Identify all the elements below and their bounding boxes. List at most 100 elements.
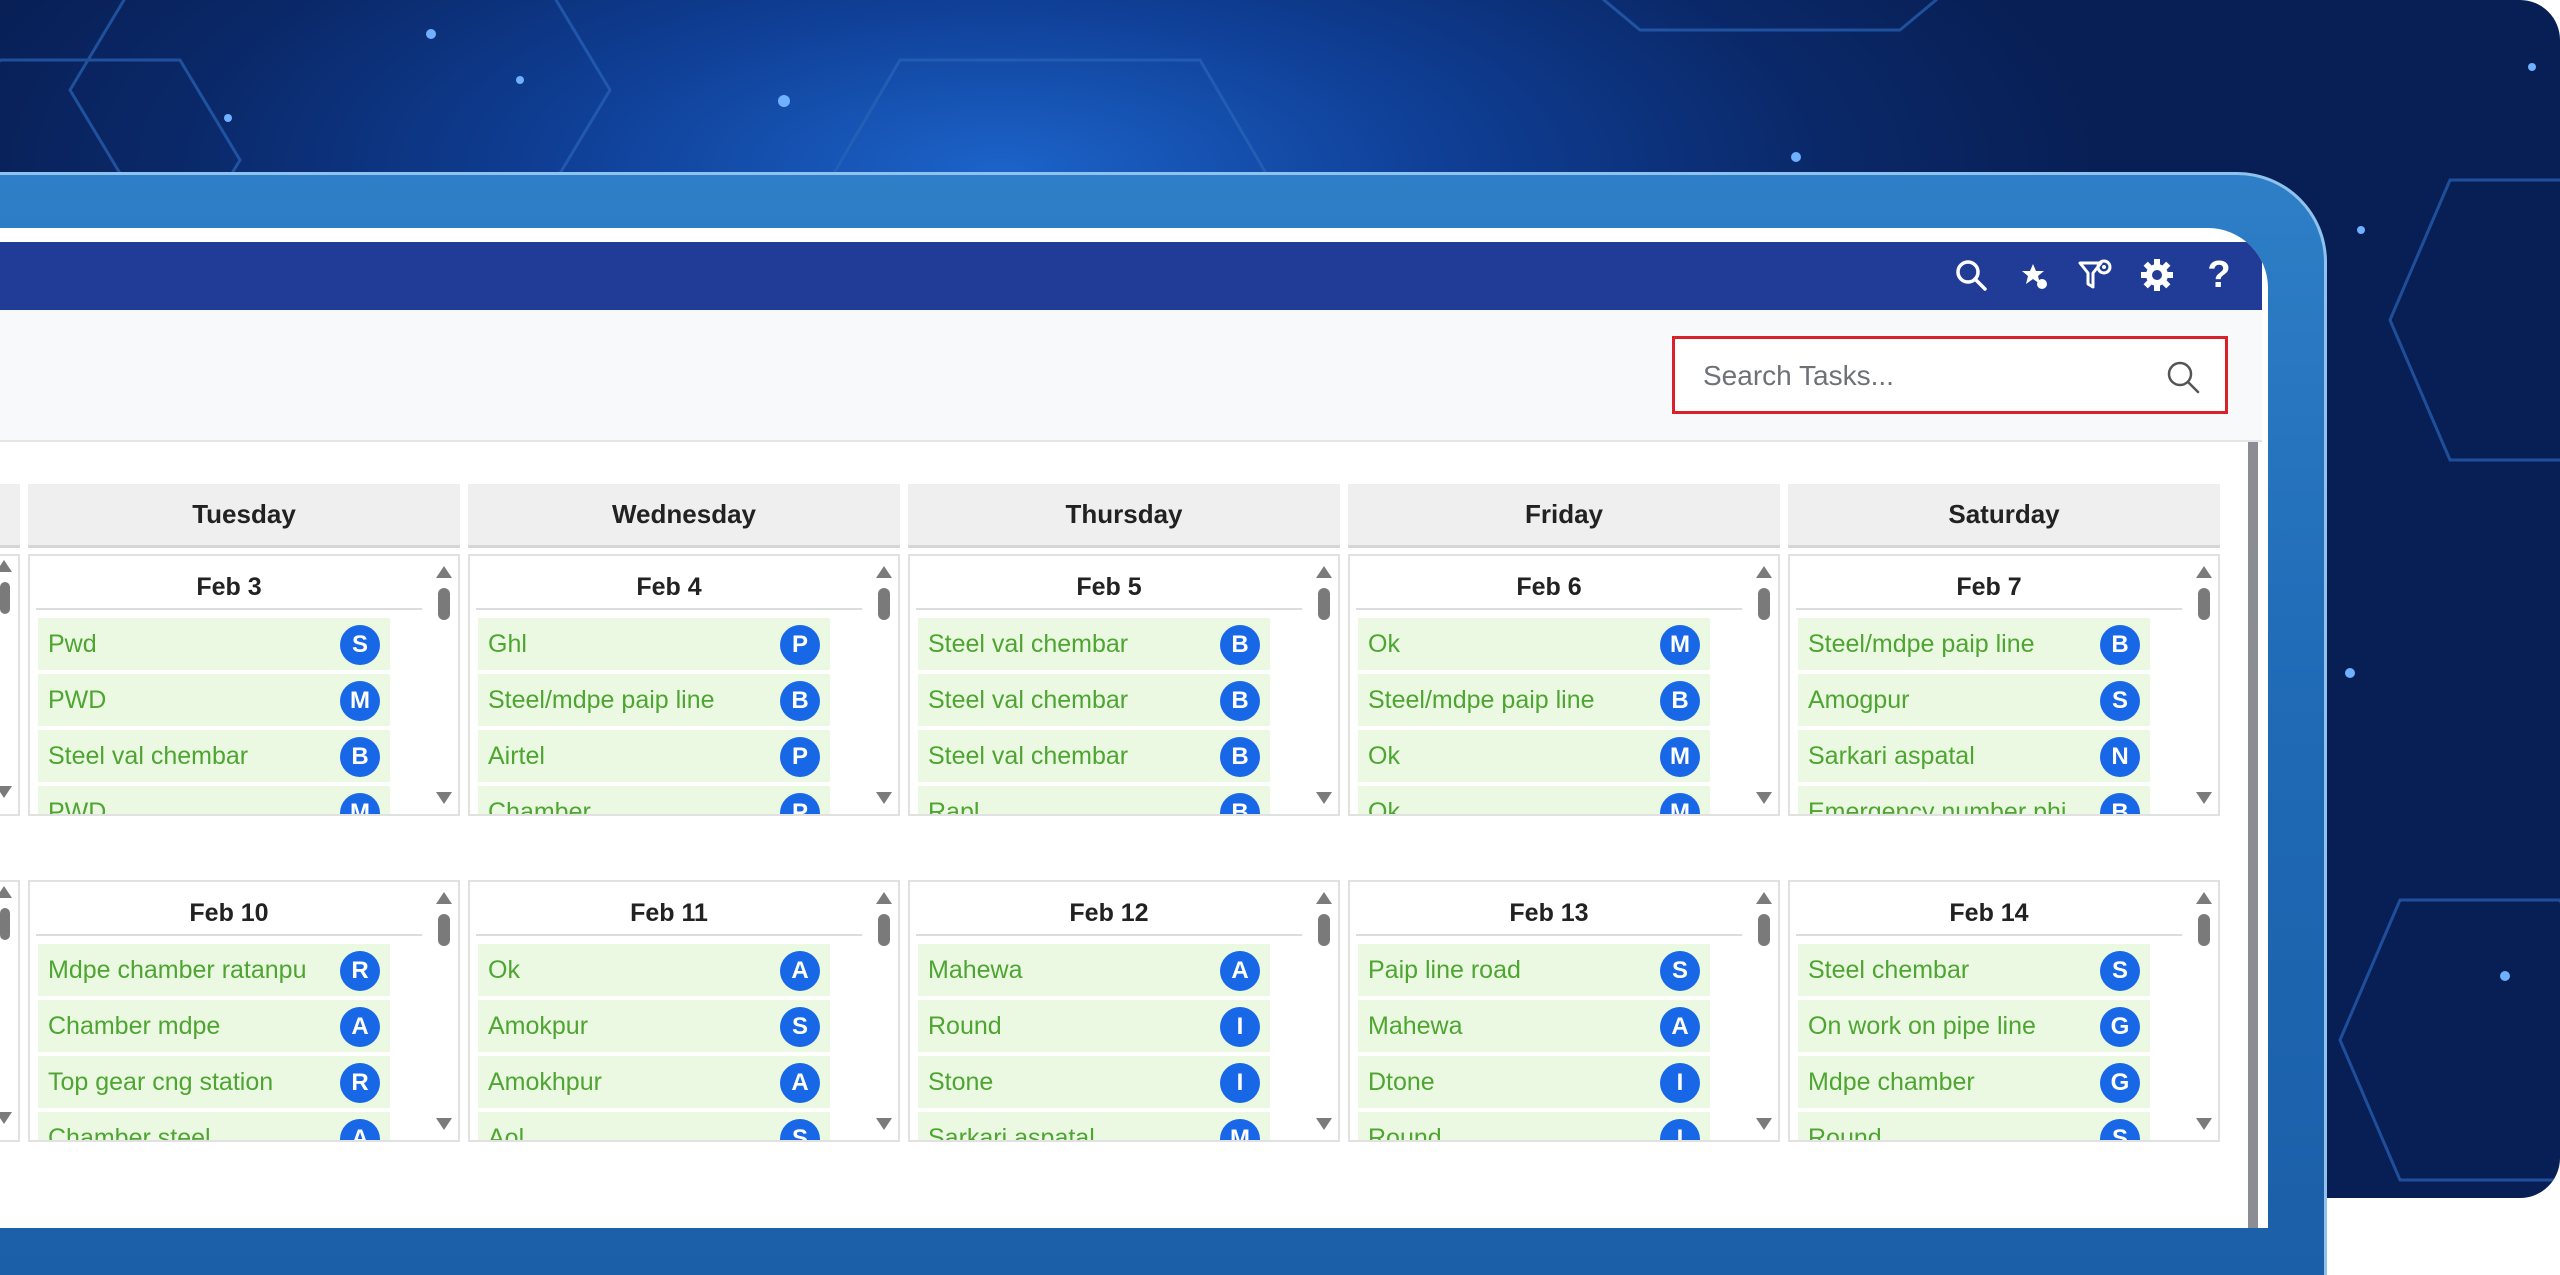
page-scrollbar[interactable] <box>2248 442 2258 1228</box>
task-item[interactable]: Ok M <box>1358 730 1710 782</box>
scroll-thumb[interactable] <box>438 588 450 620</box>
assignee-avatar[interactable]: S <box>1660 951 1700 991</box>
assignee-avatar[interactable]: B <box>1220 793 1260 814</box>
scroll-thumb[interactable] <box>1758 914 1770 946</box>
cell-scrollbar[interactable] <box>434 562 454 808</box>
cell-scrollbar[interactable] <box>2194 888 2214 1134</box>
scroll-up-arrow-icon[interactable] <box>2196 566 2212 578</box>
assignee-avatar[interactable]: B <box>2100 625 2140 665</box>
task-item[interactable]: Stone I <box>918 1056 1270 1108</box>
scroll-up-arrow-icon[interactable] <box>2196 892 2212 904</box>
assignee-avatar[interactable]: A <box>780 1063 820 1103</box>
assignee-avatar[interactable]: P <box>780 793 820 814</box>
assignee-avatar[interactable]: A <box>340 1119 380 1140</box>
scroll-up-arrow-icon[interactable] <box>876 566 892 578</box>
day-cell[interactable]: Feb 4 Ghl P Steel/mdpe paip line B Airtel P Cha… <box>468 554 900 816</box>
day-cell[interactable]: Feb 3 Pwd S PWD M Steel val chembar B PWD M <box>28 554 460 816</box>
assignee-avatar[interactable]: B <box>780 681 820 721</box>
assignee-avatar[interactable]: M <box>1220 1119 1260 1140</box>
task-item[interactable]: Mahewa A <box>918 944 1270 996</box>
scroll-down-arrow-icon[interactable] <box>876 1118 892 1130</box>
task-item[interactable]: Sarkari aspatal M <box>918 1112 1270 1140</box>
assignee-avatar[interactable]: R <box>340 951 380 991</box>
cell-scrollbar[interactable] <box>0 882 16 1128</box>
task-item[interactable]: Amogpur S <box>1798 674 2150 726</box>
scroll-thumb[interactable] <box>2198 588 2210 620</box>
task-item[interactable]: Amokpur S <box>478 1000 830 1052</box>
scroll-down-arrow-icon[interactable] <box>876 792 892 804</box>
day-cell[interactable]: Feb 6 Ok M Steel/mdpe paip line B Ok M Ok M <box>1348 554 1780 816</box>
day-cell[interactable]: Feb 7 Steel/mdpe paip line B Amogpur S Sarkar… <box>1788 554 2220 816</box>
task-item[interactable]: Mdpe chamber G <box>1798 1056 2150 1108</box>
assignee-avatar[interactable]: A <box>1220 951 1260 991</box>
cell-scrollbar[interactable] <box>1314 562 1334 808</box>
task-item[interactable]: Ok M <box>1358 786 1710 814</box>
assignee-avatar[interactable]: S <box>2100 951 2140 991</box>
assignee-avatar[interactable]: I <box>1220 1007 1260 1047</box>
task-item[interactable]: Mahewa A <box>1358 1000 1710 1052</box>
scroll-down-arrow-icon[interactable] <box>436 1118 452 1130</box>
task-item[interactable]: Ghl P <box>478 618 830 670</box>
task-item[interactable]: Emergency number phi B <box>1798 786 2150 814</box>
task-item[interactable]: Ok A <box>478 944 830 996</box>
task-item[interactable]: Steel val chembar B <box>918 730 1270 782</box>
gear-icon[interactable] <box>2136 254 2178 296</box>
assignee-avatar[interactable]: M <box>340 793 380 814</box>
assignee-avatar[interactable]: I <box>1220 1063 1260 1103</box>
cell-scrollbar[interactable] <box>874 888 894 1134</box>
task-item[interactable]: Steel/mdpe paip line B <box>1358 674 1710 726</box>
assignee-avatar[interactable]: I <box>1660 1063 1700 1103</box>
scroll-up-arrow-icon[interactable] <box>1756 566 1772 578</box>
task-item[interactable]: Pwd S <box>38 618 390 670</box>
task-item[interactable]: Ok M <box>1358 618 1710 670</box>
cell-scrollbar[interactable] <box>1314 888 1334 1134</box>
task-item[interactable]: Chamber steel A <box>38 1112 390 1140</box>
day-cell[interactable]: Feb 5 Steel val chembar B Steel val chembar… <box>908 554 1340 816</box>
cell-scrollbar[interactable] <box>1754 562 1774 808</box>
day-cell[interactable]: Feb 12 Mahewa A Round I Stone I Sarkari aspatal… <box>908 880 1340 1142</box>
scroll-thumb[interactable] <box>878 588 890 620</box>
scroll-down-arrow-icon[interactable] <box>2196 792 2212 804</box>
assignee-avatar[interactable]: P <box>780 737 820 777</box>
assignee-avatar[interactable]: S <box>2100 1119 2140 1140</box>
task-item[interactable]: Round I <box>1358 1112 1710 1140</box>
star-badge-icon[interactable] <box>2012 254 2054 296</box>
assignee-avatar[interactable]: A <box>780 951 820 991</box>
cell-scrollbar[interactable] <box>2194 562 2214 808</box>
task-item[interactable]: Steel val chembar B <box>918 618 1270 670</box>
day-cell[interactable]: Feb 11 Ok A Amokpur S Amokhpur A Aol S <box>468 880 900 1142</box>
assignee-avatar[interactable]: I <box>1660 1119 1700 1140</box>
scroll-up-arrow-icon[interactable] <box>1316 892 1332 904</box>
scroll-up-arrow-icon[interactable] <box>436 892 452 904</box>
task-item[interactable]: Dtone I <box>1358 1056 1710 1108</box>
scroll-up-arrow-icon[interactable] <box>876 892 892 904</box>
assignee-avatar[interactable]: G <box>2100 1007 2140 1047</box>
assignee-avatar[interactable]: S <box>2100 681 2140 721</box>
scroll-up-arrow-icon[interactable] <box>1756 892 1772 904</box>
day-cell[interactable]: Feb 10 Mdpe chamber ratanpu R Chamber mdpe A… <box>28 880 460 1142</box>
search-icon[interactable] <box>2165 359 2201 395</box>
task-item[interactable]: Airtel P <box>478 730 830 782</box>
assignee-avatar[interactable]: B <box>1220 681 1260 721</box>
assignee-avatar[interactable]: B <box>1660 681 1700 721</box>
day-cell[interactable]: Feb 14 Steel chembar S On work on pipe line… <box>1788 880 2220 1142</box>
assignee-avatar[interactable]: M <box>1660 737 1700 777</box>
assignee-avatar[interactable]: G <box>2100 1063 2140 1103</box>
cell-scrollbar[interactable] <box>0 556 16 802</box>
assignee-avatar[interactable]: R <box>340 1063 380 1103</box>
assignee-avatar[interactable]: M <box>340 681 380 721</box>
scroll-thumb[interactable] <box>2198 914 2210 946</box>
task-item[interactable]: Top gear cng station R <box>38 1056 390 1108</box>
assignee-avatar[interactable]: B <box>1220 737 1260 777</box>
assignee-avatar[interactable]: A <box>340 1007 380 1047</box>
scroll-down-arrow-icon[interactable] <box>436 792 452 804</box>
task-item[interactable]: Steel/mdpe paip line B <box>1798 618 2150 670</box>
search-icon[interactable] <box>1950 254 1992 296</box>
scroll-down-arrow-icon[interactable] <box>1756 1118 1772 1130</box>
task-item[interactable]: PWD M <box>38 674 390 726</box>
task-item[interactable]: PWD M <box>38 786 390 814</box>
task-item[interactable]: Mdpe chamber ratanpu R <box>38 944 390 996</box>
assignee-avatar[interactable]: S <box>780 1007 820 1047</box>
day-cell[interactable]: Feb 13 Paip line road S Mahewa A Dtone I Round I <box>1348 880 1780 1142</box>
cell-scrollbar[interactable] <box>434 888 454 1134</box>
